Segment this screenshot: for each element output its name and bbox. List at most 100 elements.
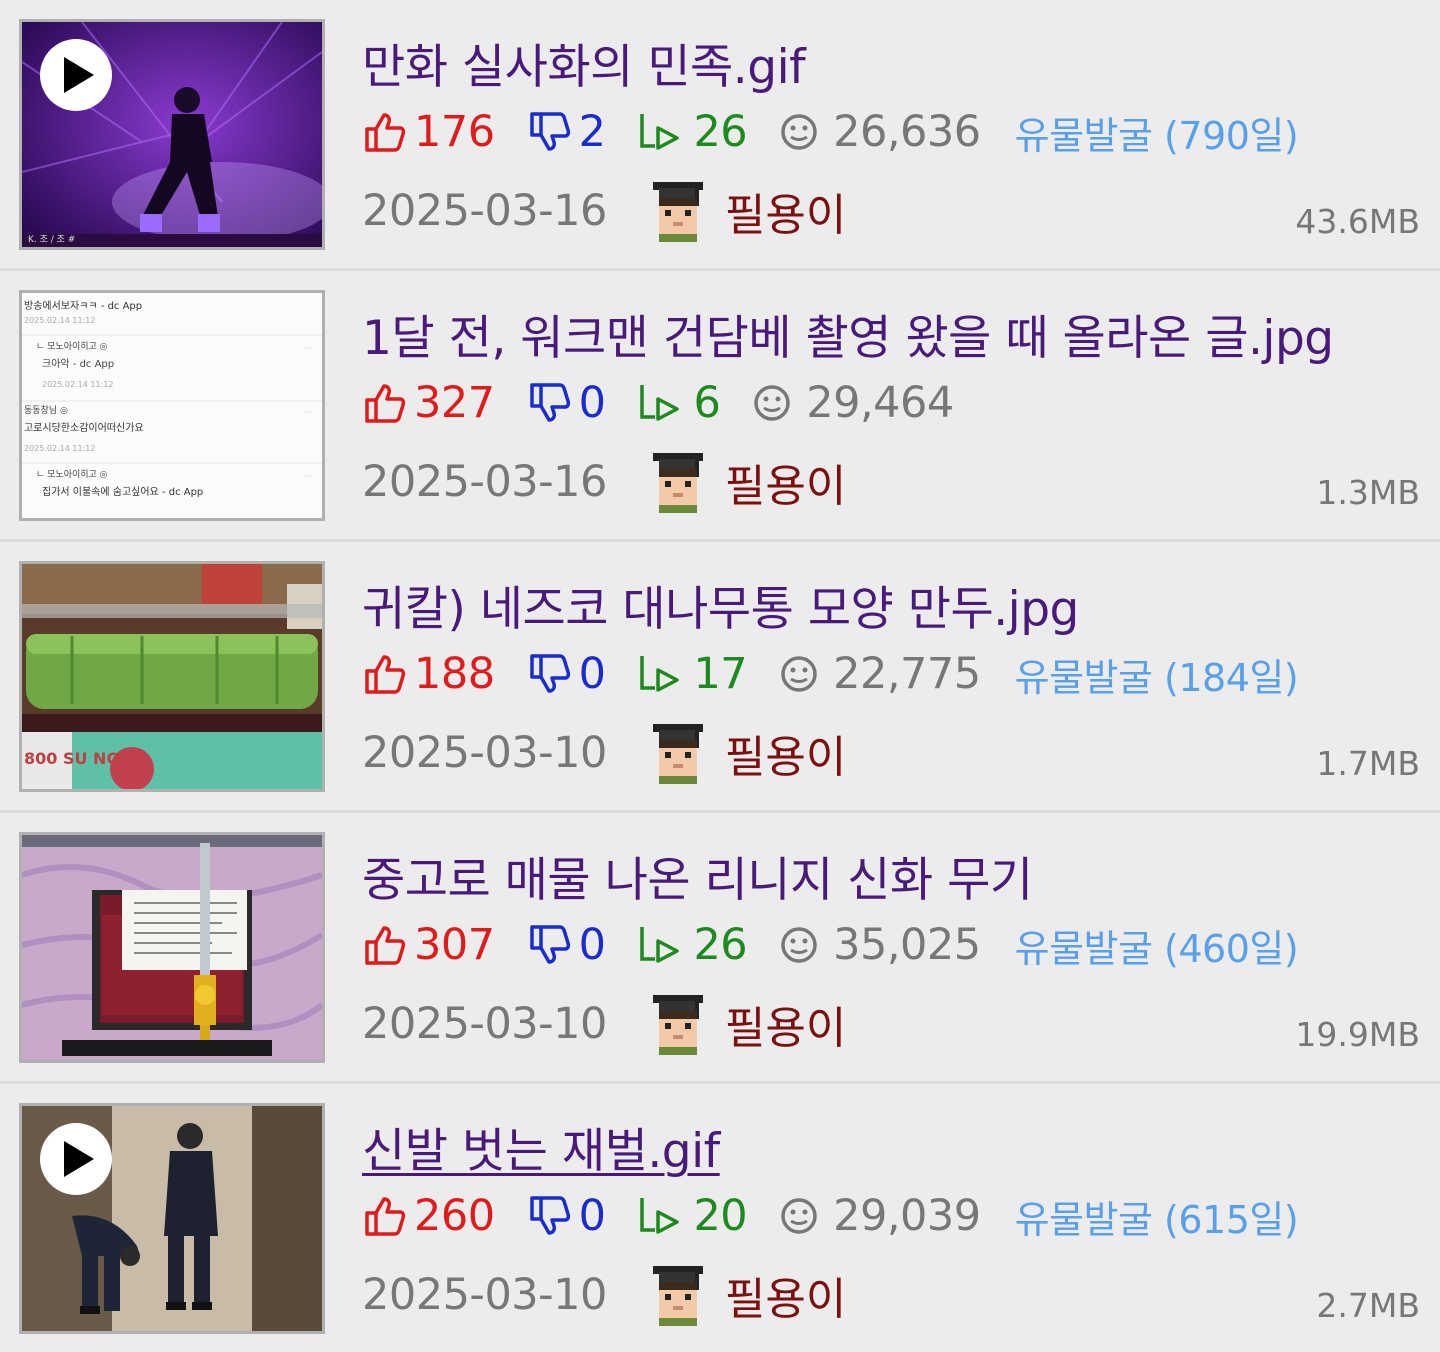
post-stats: 188 0 17 22,775 유물발굴 (184일): [362, 646, 1299, 702]
like-count: 176: [362, 107, 495, 157]
post-stats: 307 0 26 35,025 유물발굴 (460일): [362, 917, 1299, 973]
relic-badge: 유물발굴 (790일): [1014, 113, 1299, 158]
reply-value: 6: [693, 378, 721, 428]
like-count: 260: [362, 1191, 495, 1241]
thumb-comment-line: 집가서 이불속에 숨고싶어요 - dc App: [42, 486, 203, 498]
post-thumbnail[interactable]: [19, 832, 325, 1063]
post-title[interactable]: 1달 전, 워크맨 건담베 촬영 왔을 때 올라온 글.jpg: [362, 299, 1334, 368]
dislike-value: 0: [578, 649, 606, 699]
graduate-avatar-icon: [645, 718, 711, 788]
post-meta: 2025-03-10 필용이: [362, 722, 846, 784]
reply-count: 26: [637, 107, 748, 157]
post-stats: 176 2 26 26,636 유물발굴 (790일): [362, 104, 1299, 160]
thumb-comment-line: 크아악 - dc App: [42, 358, 114, 370]
author-name[interactable]: 필용이: [725, 721, 846, 785]
post-title[interactable]: 중고로 매물 나온 리니지 신화 무기: [362, 841, 1033, 910]
author-name[interactable]: 필용이: [725, 1263, 846, 1327]
smiley-face-icon: [779, 112, 819, 152]
thumb-caption: 800 SU NO: [24, 749, 120, 768]
svg-text:···: ···: [304, 472, 313, 482]
post-date: 2025-03-10: [362, 999, 607, 1049]
like-value: 307: [414, 920, 495, 970]
graduate-avatar-icon: [645, 989, 711, 1059]
view-value: 26,636: [833, 107, 981, 157]
thumb-comment-line: 고로시당한소감이어떠신가요: [24, 422, 144, 434]
post-stats: 260 0 20 29,039 유물발굴 (615일): [362, 1188, 1299, 1244]
post-row[interactable]: 신발 벗는 재벌.gif 260 0 20 29,039 유물발굴 (615일) 2025-…: [0, 1084, 1440, 1352]
like-value: 176: [414, 107, 495, 157]
view-count: 29,464: [752, 378, 954, 428]
post-date: 2025-03-10: [362, 728, 607, 778]
post-thumbnail[interactable]: 800 SU NO: [19, 561, 325, 792]
dislike-value: 0: [578, 920, 606, 970]
thumb-comment-line: 2025.02.14 11:12: [42, 380, 113, 389]
dislike-count: 2: [527, 107, 606, 157]
dislike-count: 0: [527, 378, 606, 428]
post-list: K. 조 / 조 # 만화 실사화의 민족.gif 176 2 26 26,636 유물발굴…: [0, 0, 1440, 1352]
smiley-face-icon: [779, 925, 819, 965]
post-row[interactable]: 중고로 매물 나온 리니지 신화 무기 307 0 26 35,025 유물발굴 (460…: [0, 813, 1440, 1084]
play-icon[interactable]: [40, 39, 112, 111]
like-count: 188: [362, 649, 495, 699]
post-stats: 327 0 6 29,464: [362, 375, 954, 431]
relic-badge: 유물발굴 (615일): [1014, 1197, 1299, 1242]
file-size: 43.6MB: [1295, 202, 1420, 241]
svg-text:···: ···: [304, 408, 313, 418]
relic-badge: 유물발굴 (184일): [1014, 655, 1299, 700]
thumbs-down-icon: [527, 923, 571, 967]
smiley-face-icon: [752, 383, 792, 423]
thumb-comment-line: ㄴ 모노아이히고 ◎: [36, 341, 108, 352]
dislike-value: 0: [578, 1191, 606, 1241]
thumbs-down-icon: [527, 381, 571, 425]
post-date: 2025-03-16: [362, 186, 607, 236]
graduate-avatar-icon: [645, 176, 711, 246]
dislike-value: 2: [578, 107, 606, 157]
post-row[interactable]: K. 조 / 조 # 만화 실사화의 민족.gif 176 2 26 26,636 유물발굴…: [0, 0, 1440, 271]
dislike-count: 0: [527, 1191, 606, 1241]
post-thumbnail[interactable]: 방송에서보자ㅋㅋ - dc App 2025.02.14 11:12 ㄴ 모노아이히…: [19, 290, 325, 521]
reply-arrow-icon: [637, 1194, 683, 1238]
view-count: 29,039: [779, 1191, 981, 1241]
post-row[interactable]: 800 SU NO 귀칼) 네즈코 대나무통 모양 만두.jpg 188 0 17 22,…: [0, 542, 1440, 813]
post-title[interactable]: 귀칼) 네즈코 대나무통 모양 만두.jpg: [362, 570, 1079, 639]
thumbs-up-icon: [362, 923, 406, 967]
thumbs-up-icon: [362, 110, 406, 154]
reply-arrow-icon: [637, 652, 683, 696]
post-date: 2025-03-16: [362, 457, 607, 507]
author-name[interactable]: 필용이: [725, 992, 846, 1056]
view-count: 26,636: [779, 107, 981, 157]
reply-value: 20: [693, 1191, 748, 1241]
view-count: 35,025: [779, 920, 981, 970]
dislike-count: 0: [527, 920, 606, 970]
thumb-comment-line: 동동창님 ◎: [24, 405, 68, 416]
view-value: 35,025: [833, 920, 981, 970]
thumbs-down-icon: [527, 110, 571, 154]
smiley-face-icon: [779, 654, 819, 694]
post-thumbnail[interactable]: [19, 1103, 325, 1334]
post-meta: 2025-03-10 필용이: [362, 1264, 846, 1326]
author-name[interactable]: 필용이: [725, 179, 846, 243]
graduate-avatar-icon: [645, 447, 711, 517]
thumbs-up-icon: [362, 1194, 406, 1238]
thumb-caption: K. 조 / 조 #: [28, 235, 75, 245]
thumbs-up-icon: [362, 652, 406, 696]
thumb-comment-line: 2025.02.14 11:12: [24, 316, 95, 325]
like-count: 307: [362, 920, 495, 970]
smiley-face-icon: [779, 1196, 819, 1236]
dislike-value: 0: [578, 378, 606, 428]
thumbs-down-icon: [527, 1194, 571, 1238]
view-value: 29,464: [806, 378, 954, 428]
file-size: 1.7MB: [1316, 744, 1420, 783]
post-title[interactable]: 만화 실사화의 민족.gif: [362, 28, 806, 97]
post-row[interactable]: 방송에서보자ㅋㅋ - dc App 2025.02.14 11:12 ㄴ 모노아이히…: [0, 271, 1440, 542]
thumb-comment-line: 방송에서보자ㅋㅋ - dc App: [24, 300, 142, 312]
post-title[interactable]: 신발 벗는 재벌.gif: [362, 1112, 720, 1181]
view-count: 22,775: [779, 649, 981, 699]
play-icon[interactable]: [40, 1123, 112, 1195]
like-value: 327: [414, 378, 495, 428]
file-size: 1.3MB: [1316, 473, 1420, 512]
author-name[interactable]: 필용이: [725, 450, 846, 514]
file-size: 19.9MB: [1295, 1015, 1420, 1054]
post-thumbnail[interactable]: K. 조 / 조 #: [19, 19, 325, 250]
file-size: 2.7MB: [1316, 1286, 1420, 1325]
